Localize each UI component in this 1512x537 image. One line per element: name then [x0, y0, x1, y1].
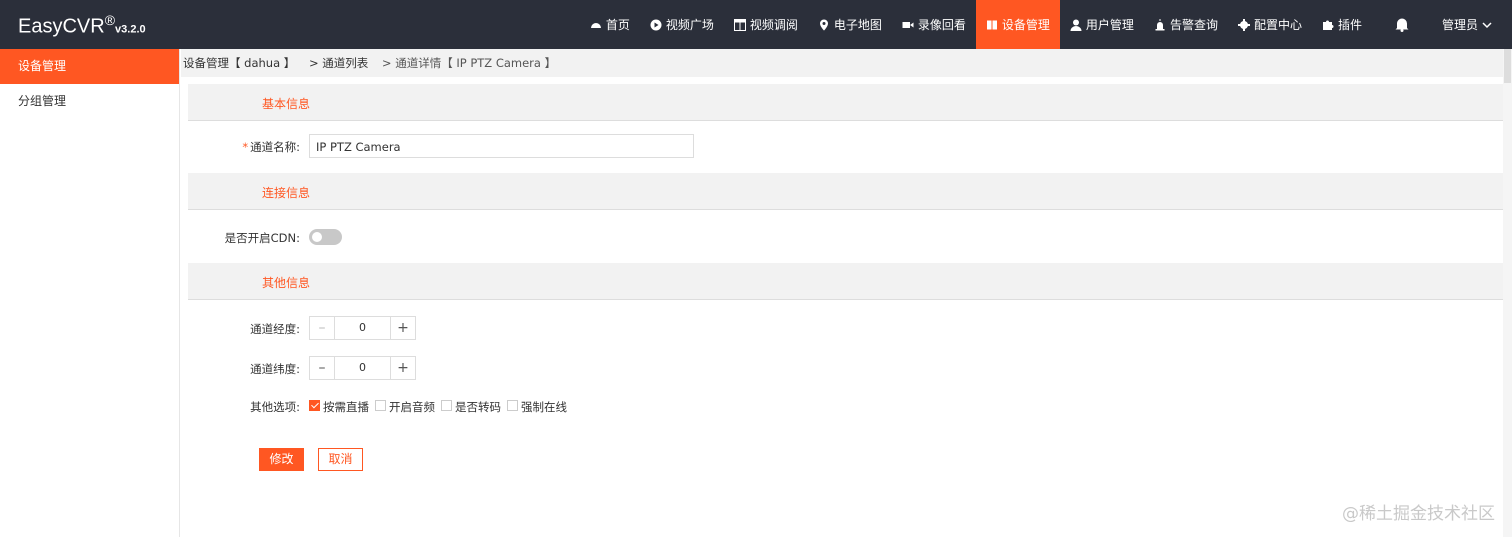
save-button[interactable]: 修改 [259, 448, 304, 471]
watermark: @稀土掘金技术社区 [1342, 504, 1495, 524]
channel-name-label-text: 通道名称: [250, 140, 300, 154]
longitude-label: 通道经度: [250, 322, 300, 336]
section-basic-info: 基本信息 [188, 84, 1503, 121]
nav-item-label: 配置中心 [1253, 18, 1302, 32]
user-name: 管理员 [1441, 18, 1478, 32]
nav-item-plugins[interactable]: 插件 [1312, 0, 1372, 49]
option-label: 按需直播 [323, 400, 369, 414]
option-enable-audio[interactable]: 开启音频 [369, 399, 435, 415]
option-label: 开启音频 [389, 400, 435, 414]
nav-item-label: 首页 [605, 18, 630, 32]
breadcrumb-channel-detail: > 通道详情【 IP PTZ Camera 】 [381, 56, 557, 70]
longitude-stepper: – 0 + [309, 316, 416, 340]
user-icon [1070, 19, 1082, 31]
checkbox[interactable] [441, 400, 452, 411]
sidebar-item-group-management[interactable]: 分组管理 [0, 84, 179, 119]
nav-item-user-management[interactable]: 用户管理 [1060, 0, 1144, 49]
nav-item-device-management[interactable]: 设备管理 [975, 0, 1060, 49]
latitude-label: 通道纬度: [250, 362, 300, 376]
nav-item-label: 设备管理 [1001, 18, 1050, 32]
nav-item-alarm-query[interactable]: 告警查询 [1144, 0, 1228, 49]
option-label: 强制在线 [521, 400, 567, 414]
nav-item-label: 告警查询 [1169, 18, 1218, 32]
brand-logo[interactable]: EasyCVR®v3.2.0 [18, 12, 146, 39]
play-icon [650, 19, 662, 30]
options-label: 其他选项: [250, 400, 300, 414]
scrollbar-thumb[interactable] [1504, 49, 1511, 83]
section-title: 其他信息 [262, 276, 311, 290]
notification-bell[interactable] [1372, 0, 1432, 49]
gear-icon [1237, 18, 1250, 31]
brand-registered-mark: ® [104, 12, 116, 28]
checkbox[interactable] [375, 400, 386, 411]
checkbox[interactable] [309, 400, 320, 411]
sidebar: 设备管理 分组管理 [0, 49, 180, 537]
options-group: 按需直播 开启音频 是否转码 强制在线 [309, 399, 567, 415]
nav-item-home[interactable]: 首页 [580, 0, 640, 49]
top-navbar: EasyCVR®v3.2.0 首页 视频广场 视频调阅 电子地图 录像回看 设备… [0, 0, 1512, 49]
nav-item-map[interactable]: 电子地图 [808, 0, 892, 49]
cancel-button[interactable]: 取消 [318, 448, 363, 471]
channel-name-label: * 通道名称: [242, 139, 300, 155]
longitude-increment-button[interactable]: + [390, 317, 415, 339]
latitude-value[interactable]: 0 [335, 357, 390, 379]
sidebar-item-device-management[interactable]: 设备管理 [0, 49, 179, 84]
breadcrumb-device[interactable]: 设备管理【 dahua 】 [183, 56, 295, 70]
breadcrumb: 设备管理【 dahua 】 > 通道列表 > 通道详情【 IP PTZ Came… [181, 49, 1505, 77]
section-title: 基本信息 [262, 97, 311, 111]
brand-name: EasyCVR [18, 15, 105, 38]
longitude-decrement-button[interactable]: – [310, 317, 335, 339]
bell-icon [1395, 18, 1409, 32]
channel-name-input[interactable]: IP PTZ Camera [309, 134, 694, 158]
nav-item-label: 电子地图 [833, 18, 882, 32]
nav-item-label: 插件 [1337, 18, 1362, 32]
latitude-decrement-button[interactable]: – [310, 357, 335, 379]
dashboard-icon [590, 22, 601, 28]
main-nav: 首页 视频广场 视频调阅 电子地图 录像回看 设备管理 用户管理 告警查询 配置… [580, 0, 1512, 49]
book-icon [986, 20, 997, 29]
option-label: 是否转码 [455, 400, 501, 414]
required-mark: * [242, 140, 249, 154]
option-on-demand-live[interactable]: 按需直播 [309, 399, 369, 415]
cdn-label: 是否开启CDN: [224, 231, 300, 245]
vertical-scrollbar[interactable] [1503, 49, 1512, 537]
nav-item-video-square[interactable]: 视频广场 [640, 0, 724, 49]
cdn-toggle[interactable] [309, 229, 342, 245]
brand-version: v3.2.0 [115, 23, 146, 36]
user-menu[interactable]: 管理员 [1432, 0, 1512, 49]
video-camera-icon [902, 21, 914, 28]
map-pin-icon [819, 19, 828, 30]
breadcrumb-channel-list[interactable]: > 通道列表 [309, 56, 368, 70]
option-transcode[interactable]: 是否转码 [435, 399, 501, 415]
toggle-knob [312, 232, 322, 242]
nav-item-playback[interactable]: 录像回看 [892, 0, 976, 49]
section-title: 连接信息 [262, 186, 311, 200]
option-force-online[interactable]: 强制在线 [501, 399, 567, 415]
nav-item-label: 视频调阅 [749, 18, 798, 32]
nav-item-config-center[interactable]: 配置中心 [1228, 0, 1312, 49]
alarm-icon [1155, 18, 1165, 30]
nav-item-video-browse[interactable]: 视频调阅 [724, 0, 808, 49]
puzzle-icon [1322, 20, 1334, 30]
checkbox[interactable] [507, 400, 518, 411]
latitude-stepper: – 0 + [309, 356, 416, 380]
latitude-increment-button[interactable]: + [390, 357, 415, 379]
chevron-down-icon [1482, 21, 1492, 28]
channel-detail-form: 基本信息 * 通道名称: IP PTZ Camera 连接信息 是否开启CDN: … [181, 77, 1503, 537]
nav-item-label: 录像回看 [917, 18, 966, 32]
section-connection-info: 连接信息 [188, 173, 1503, 210]
grid-icon [733, 18, 746, 31]
nav-item-label: 视频广场 [665, 18, 714, 32]
nav-item-label: 用户管理 [1085, 18, 1134, 32]
section-other-info: 其他信息 [188, 263, 1503, 300]
longitude-value[interactable]: 0 [335, 317, 390, 339]
